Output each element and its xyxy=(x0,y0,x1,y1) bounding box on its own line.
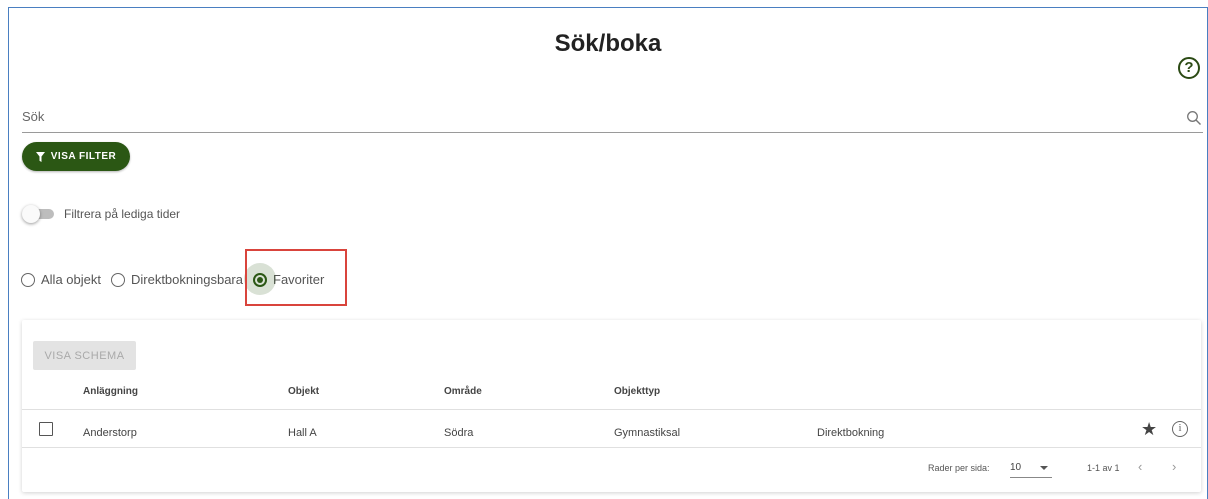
row-checkbox[interactable] xyxy=(39,422,53,436)
free-times-toggle[interactable] xyxy=(22,205,56,223)
rows-per-page-value: 10 xyxy=(1010,462,1022,473)
star-icon[interactable]: ★ xyxy=(1141,420,1157,438)
toggle-thumb xyxy=(22,205,40,223)
rows-per-page-select[interactable]: 10 xyxy=(1010,458,1052,478)
radio-circle xyxy=(21,272,35,287)
radio-direct-bookable[interactable]: Direktbokningsbara xyxy=(110,272,243,287)
header-divider xyxy=(22,409,1201,410)
page-title: Sök/boka xyxy=(554,30,662,57)
free-times-toggle-row: Filtrera på lediga tider xyxy=(22,205,180,223)
filter-icon xyxy=(35,151,45,162)
favorites-highlight-box xyxy=(245,249,347,306)
rows-per-page-label: Rader per sida: xyxy=(928,463,990,473)
cell-objekttyp: Gymnastiksal xyxy=(614,427,681,439)
previous-page-icon[interactable]: ‹ xyxy=(1138,459,1142,474)
cell-bokningstyp: Direktbokning xyxy=(817,427,885,439)
cell-objekt: Hall A xyxy=(288,427,317,439)
free-times-toggle-label: Filtrera på lediga tider xyxy=(64,207,181,221)
column-header-objekttyp[interactable]: Objekttyp xyxy=(614,386,660,397)
row-divider xyxy=(22,447,1201,448)
radio-all-objects-label: Alla objekt xyxy=(41,272,101,287)
radio-circle xyxy=(110,272,125,287)
column-header-objekt[interactable]: Objekt xyxy=(288,386,319,397)
show-filter-button[interactable]: VISA FILTER xyxy=(22,142,130,171)
search-icon[interactable] xyxy=(1186,110,1202,126)
cell-anlaggning: Anderstorp xyxy=(83,427,137,439)
radio-direct-bookable-label: Direktbokningsbara xyxy=(130,272,243,287)
info-icon[interactable]: i xyxy=(1172,421,1188,437)
show-filter-label: VISA FILTER xyxy=(50,151,117,162)
search-bar xyxy=(22,105,1203,133)
radio-all-objects[interactable]: Alla objekt xyxy=(21,272,101,287)
results-table-card: VISA SCHEMA Anläggning Objekt Område Obj… xyxy=(22,320,1201,492)
app-frame: Sök/boka ? VISA FILTER Filtrera på ledig… xyxy=(8,7,1208,499)
next-page-icon[interactable]: › xyxy=(1172,459,1176,474)
pagination-range: 1-1 av 1 xyxy=(1087,463,1120,473)
search-input[interactable] xyxy=(22,109,1122,124)
cell-omrade: Södra xyxy=(444,427,474,439)
show-schedule-button[interactable]: VISA SCHEMA xyxy=(33,341,136,370)
help-icon[interactable]: ? xyxy=(1178,57,1200,79)
column-header-anlaggning[interactable]: Anläggning xyxy=(83,386,138,397)
chevron-down-icon xyxy=(1040,466,1048,470)
column-header-omrade[interactable]: Område xyxy=(444,386,482,397)
